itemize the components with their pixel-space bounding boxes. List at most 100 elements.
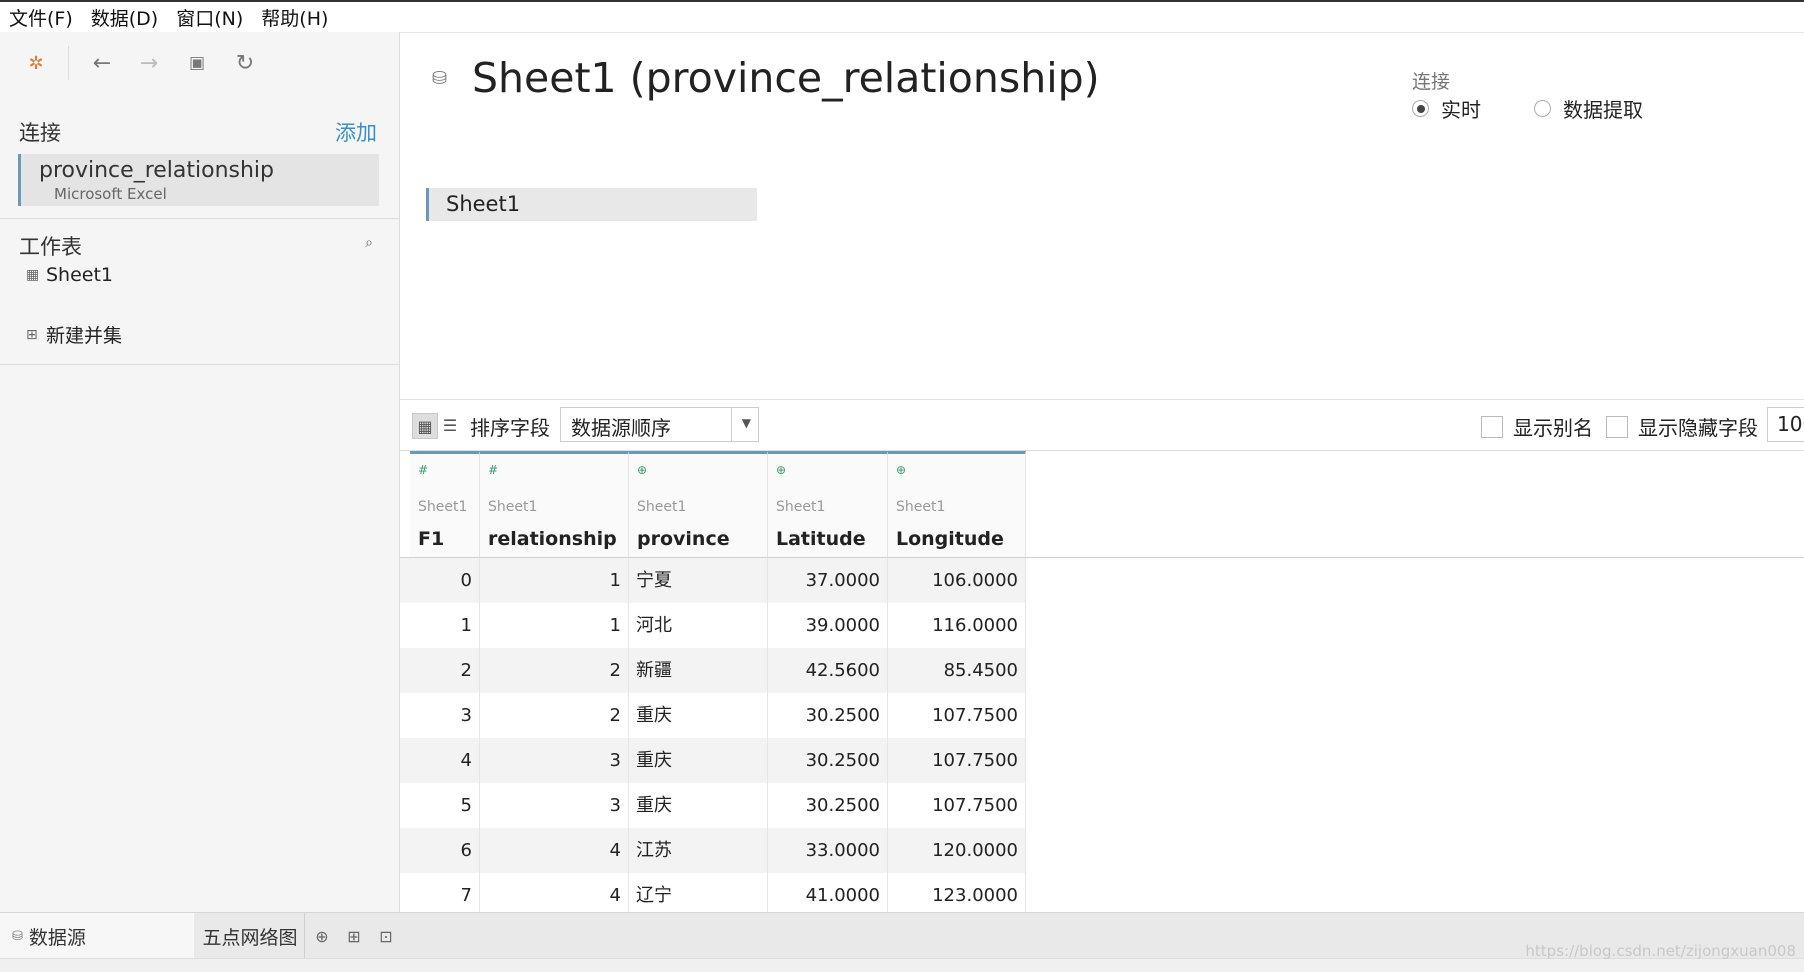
list-view-icon[interactable]: ☰ (438, 413, 462, 437)
tab-datasource[interactable]: ⛁ 数据源 (0, 913, 194, 959)
table-row[interactable]: 7 4 辽宁 41.0000 123.0000 (400, 873, 1026, 912)
table-cell: 1 (410, 603, 480, 648)
table-cell: 37.0000 (768, 558, 888, 603)
radio-extract[interactable] (1534, 100, 1551, 117)
table-cell: 85.4500 (888, 648, 1026, 693)
column-header-f1[interactable]: # Sheet1 F1 (410, 451, 480, 557)
table-cell: 1 (480, 603, 629, 648)
table-cell: 7 (410, 873, 480, 912)
arrow-right-icon[interactable]: → (133, 47, 165, 79)
worksheet-label: Sheet1 (46, 264, 114, 286)
refresh-icon[interactable]: ↻ (229, 47, 261, 79)
globe-icon[interactable]: ⊕ (637, 463, 647, 477)
show-hidden-checkbox[interactable] (1606, 415, 1628, 438)
column-header-latitude[interactable]: ⊕ Sheet1 Latitude (768, 451, 888, 557)
arrow-left-icon[interactable]: ← (86, 47, 118, 79)
table-cell: 河北 (629, 603, 768, 648)
add-connection-link[interactable]: 添加 (335, 117, 377, 147)
table-cell: 2 (480, 648, 629, 693)
column-source: Sheet1 (776, 499, 826, 515)
menu-file[interactable]: 文件(F) (9, 4, 73, 31)
menu-bar: 文件(F) 数据(D) 窗口(N) 帮助(H) (0, 2, 1804, 33)
connection-item[interactable]: province_relationship Microsoft Excel (18, 154, 379, 206)
dropdown-separator (731, 408, 732, 441)
table-cell: 辽宁 (629, 873, 768, 912)
table-cell: 123.0000 (888, 873, 1026, 912)
column-header-province[interactable]: ⊕ Sheet1 province (629, 451, 768, 557)
data-grid: # Sheet1 F1 # Sheet1 relationship ⊕ Shee… (400, 451, 1804, 912)
table-cell: 6 (410, 828, 480, 873)
column-name: relationship (488, 528, 617, 550)
table-cell: 116.0000 (888, 603, 1026, 648)
table-row[interactable]: 2 2 新疆 42.5600 85.4500 (400, 648, 1026, 693)
column-source: Sheet1 (896, 499, 946, 515)
new-worksheet-icon[interactable]: ⊕ (309, 923, 335, 949)
show-hidden-label: 显示隐藏字段 (1638, 416, 1758, 440)
toolbar-separator (68, 46, 69, 80)
new-dashboard-icon[interactable]: ⊞ (341, 923, 367, 949)
number-type-icon[interactable]: # (418, 463, 428, 477)
save-icon[interactable]: ▣ (181, 47, 213, 79)
sort-dropdown[interactable]: 数据源顺序 ▼ (560, 407, 759, 442)
table-cell: 2 (410, 648, 480, 693)
table-row[interactable]: 6 4 江苏 33.0000 120.0000 (400, 828, 1026, 873)
globe-icon[interactable]: ⊕ (896, 463, 906, 477)
tableau-logo-icon[interactable]: ✲ (20, 47, 52, 79)
connection-type: Microsoft Excel (54, 185, 167, 203)
worksheet-item-sheet1[interactable]: ▦ Sheet1 (26, 264, 113, 286)
column-source: Sheet1 (488, 499, 538, 515)
table-cell: 41.0000 (768, 873, 888, 912)
live-option[interactable]: 实时 (1412, 94, 1481, 123)
column-header-longitude[interactable]: ⊕ Sheet1 Longitude (888, 451, 1026, 557)
table-cell: 39.0000 (768, 603, 888, 648)
table-cell: 106.0000 (888, 558, 1026, 603)
canvas-sheet-chip[interactable]: Sheet1 (426, 188, 757, 221)
datasource-icon[interactable]: ⛁ (432, 68, 447, 89)
column-source: Sheet1 (418, 499, 468, 515)
left-panel: ✲ ← → ▣ ↻ 连接 添加 province_relationship Mi… (0, 32, 400, 912)
table-cell: 5 (410, 783, 480, 828)
extract-option[interactable]: 数据提取 (1534, 94, 1643, 123)
tab-datasource-label: 数据源 (28, 926, 86, 949)
globe-icon[interactable]: ⊕ (776, 463, 786, 477)
column-name: F1 (418, 528, 445, 550)
table-row[interactable]: 5 3 重庆 30.2500 107.7500 (400, 783, 1026, 828)
new-story-icon[interactable]: ⊡ (373, 923, 399, 949)
worksheets-heading: 工作表 (19, 235, 82, 259)
show-hidden-option[interactable]: 显示隐藏字段 (1606, 412, 1758, 441)
table-cell: 重庆 (629, 738, 768, 783)
table-cell: 107.7500 (888, 738, 1026, 783)
table-icon: ▦ (26, 267, 40, 283)
new-union-item[interactable]: ⊞ 新建并集 (26, 321, 122, 348)
table-cell: 107.7500 (888, 693, 1026, 738)
rows-input[interactable]: 100 (1767, 407, 1804, 442)
radio-live[interactable] (1412, 100, 1429, 117)
live-label: 实时 (1441, 98, 1481, 122)
grid-view-icon[interactable]: ▦ (412, 413, 438, 439)
table-row[interactable]: 4 3 重庆 30.2500 107.7500 (400, 738, 1026, 783)
tab-sheet[interactable]: 五点网络图 (196, 913, 305, 959)
table-cell: 107.7500 (888, 783, 1026, 828)
search-icon[interactable]: ⌕ (365, 235, 373, 251)
table-cell: 42.5600 (768, 648, 888, 693)
table-cell: 33.0000 (768, 828, 888, 873)
grid-toolbar: ▦ ☰ 排序字段 数据源顺序 ▼ 显示别名 显示隐藏字段 100 (400, 400, 1804, 451)
table-cell: 重庆 (629, 693, 768, 738)
table-row[interactable]: 0 1 宁夏 37.0000 106.0000 (400, 558, 1026, 603)
toolbar: ✲ ← → ▣ ↻ (0, 32, 399, 92)
menu-data[interactable]: 数据(D) (91, 4, 158, 31)
number-type-icon[interactable]: # (488, 463, 498, 477)
column-header-relationship[interactable]: # Sheet1 relationship (480, 451, 629, 557)
menu-help[interactable]: 帮助(H) (261, 4, 328, 31)
show-alias-checkbox[interactable] (1481, 415, 1503, 438)
page-title[interactable]: Sheet1 (province_relationship) (472, 54, 1100, 102)
table-row[interactable]: 3 2 重庆 30.2500 107.7500 (400, 693, 1026, 738)
menu-window[interactable]: 窗口(N) (176, 4, 243, 31)
show-alias-option[interactable]: 显示别名 (1481, 412, 1593, 441)
table-cell: 4 (410, 738, 480, 783)
chevron-down-icon[interactable]: ▼ (742, 416, 751, 430)
table-row[interactable]: 1 1 河北 39.0000 116.0000 (400, 603, 1026, 648)
table-cell: 3 (480, 738, 629, 783)
table-cell: 江苏 (629, 828, 768, 873)
rows-value: 100 (1777, 412, 1804, 436)
